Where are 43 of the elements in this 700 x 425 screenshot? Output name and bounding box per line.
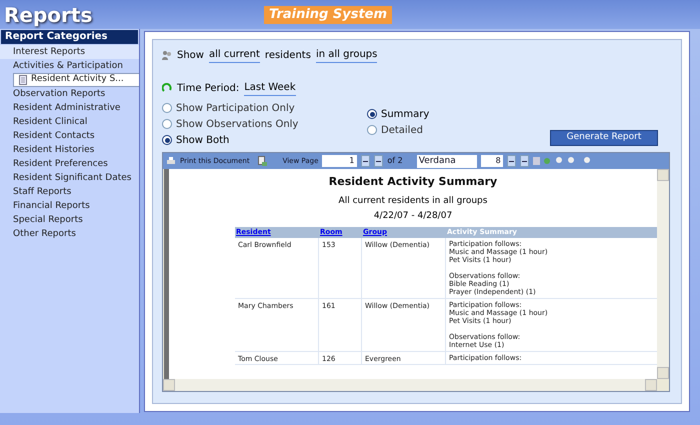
page-count: of 2 bbox=[387, 155, 403, 167]
sidebar-heading: Report Categories bbox=[1, 30, 138, 44]
generate-report-button[interactable]: Generate Report bbox=[550, 130, 658, 146]
printer-icon[interactable] bbox=[166, 156, 176, 166]
sidebar-subitem[interactable]: Resident Activity S... bbox=[13, 73, 139, 87]
show-label: Show bbox=[177, 48, 204, 62]
sidebar-item[interactable]: Other Reports bbox=[0, 227, 139, 241]
sidebar-item[interactable]: Resident Clinical bbox=[0, 115, 139, 129]
font-select[interactable]: Verdana bbox=[416, 154, 477, 168]
radio-option[interactable]: Show Both bbox=[162, 132, 367, 148]
sidebar-item[interactable]: Financial Reports bbox=[0, 199, 139, 213]
radio-option[interactable]: Show Participation Only bbox=[162, 100, 367, 116]
sidebar-item[interactable]: Observation Reports bbox=[0, 87, 139, 101]
sidebar-item[interactable]: Activities & Participation bbox=[0, 59, 139, 73]
radio-option[interactable]: Detailed bbox=[367, 122, 550, 138]
sidebar-item[interactable]: Special Reports bbox=[0, 213, 139, 227]
refresh-icon bbox=[162, 83, 172, 93]
people-icon bbox=[162, 50, 172, 60]
training-badge: Training System bbox=[264, 6, 392, 24]
decrement-button[interactable] bbox=[374, 155, 384, 167]
radio-option[interactable]: Summary bbox=[367, 106, 550, 122]
radio-option[interactable]: Show Observations Only bbox=[162, 116, 367, 132]
residents-dropdown[interactable]: all current bbox=[208, 47, 260, 63]
sidebar-item[interactable]: Staff Reports bbox=[0, 185, 139, 199]
time-period-label: Time Period: bbox=[177, 82, 240, 96]
report-dates: 4/22/07 - 4/28/07 bbox=[374, 210, 452, 223]
size-field[interactable]: 8 bbox=[480, 155, 503, 167]
report-title: Resident Activity Summary bbox=[328, 174, 498, 190]
document-icon bbox=[19, 75, 27, 85]
page-title: Reports bbox=[4, 2, 94, 28]
sidebar-item[interactable]: Resident Preferences bbox=[0, 157, 139, 171]
sidebar-item[interactable]: Resident Administrative bbox=[0, 101, 139, 115]
decrement-button[interactable] bbox=[520, 155, 529, 167]
groups-dropdown[interactable]: in all groups bbox=[316, 47, 378, 63]
report-subtitle: All current residents in all groups bbox=[338, 194, 488, 208]
time-period-dropdown[interactable]: Last Week bbox=[244, 80, 296, 96]
page-field[interactable]: 1 bbox=[322, 155, 358, 167]
sidebar-item[interactable]: Resident Histories bbox=[0, 143, 139, 157]
sidebar-item[interactable]: Resident Significant Dates bbox=[0, 171, 139, 185]
sidebar-item[interactable]: Resident Contacts bbox=[0, 129, 139, 143]
export-icon[interactable] bbox=[258, 156, 267, 166]
residents-label: residents bbox=[264, 48, 311, 62]
sidebar-item[interactable]: Interest Reports bbox=[0, 45, 139, 59]
